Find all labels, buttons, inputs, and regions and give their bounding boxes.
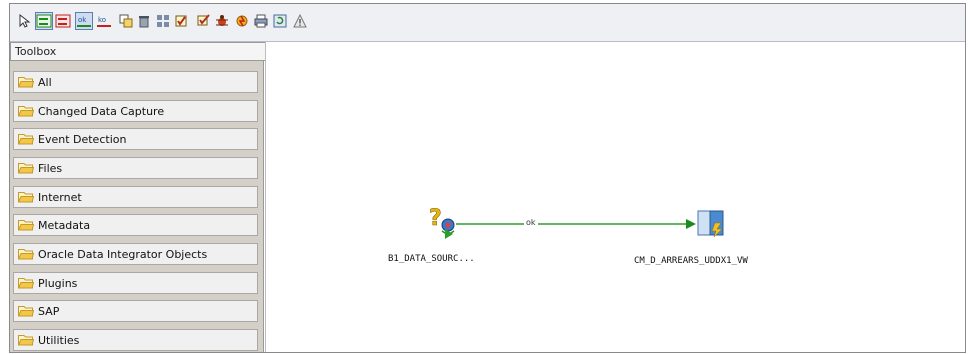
folder-icon bbox=[18, 278, 34, 289]
align-icon[interactable] bbox=[155, 13, 171, 29]
toolbox-item-internet[interactable]: Internet bbox=[13, 186, 258, 208]
toolbox-item-event-detection[interactable]: Event Detection bbox=[13, 128, 258, 150]
ok-link[interactable] bbox=[266, 42, 966, 352]
folder-icon bbox=[18, 106, 34, 117]
duplicate-icon[interactable] bbox=[118, 13, 134, 29]
print-icon[interactable] bbox=[253, 13, 269, 29]
ok-link-icon[interactable]: ok bbox=[75, 12, 93, 30]
next-step-on-failure-icon[interactable] bbox=[55, 13, 71, 29]
step-label: CM_D_ARREARS_UDDX1_VW bbox=[634, 256, 748, 266]
svg-text:?: ? bbox=[429, 206, 442, 231]
toolbox-item-label: Plugins bbox=[38, 276, 78, 290]
refresh-icon[interactable] bbox=[272, 13, 288, 29]
validate-icon[interactable] bbox=[173, 13, 189, 29]
toolbar: ok ko bbox=[10, 4, 965, 42]
package-editor: ok ko Toolbox All Changed Data Capture E… bbox=[9, 3, 966, 353]
toolbox-panel: Toolbox All Changed Data Capture Event D… bbox=[10, 42, 267, 352]
interface-icon bbox=[697, 210, 724, 238]
toolbox-item-plugins[interactable]: Plugins bbox=[13, 272, 258, 294]
toolbox-title: Toolbox bbox=[10, 42, 267, 61]
toolbox-item-label: Utilities bbox=[38, 333, 80, 347]
toolbox-item-label: Oracle Data Integrator Objects bbox=[38, 247, 208, 261]
toolbox-item-label: All bbox=[38, 75, 52, 89]
next-step-on-success-icon[interactable] bbox=[35, 12, 53, 30]
folder-icon bbox=[18, 134, 34, 145]
select-icon[interactable] bbox=[17, 13, 33, 29]
warning-icon[interactable] bbox=[292, 13, 308, 29]
folder-icon bbox=[18, 163, 34, 174]
folder-icon bbox=[18, 306, 34, 317]
toolbox-item-sap[interactable]: SAP bbox=[13, 300, 258, 322]
execute-icon[interactable] bbox=[234, 13, 250, 29]
first-step-flag-icon bbox=[445, 229, 453, 239]
folder-icon bbox=[18, 192, 34, 203]
step-cm-d-arrears[interactable] bbox=[697, 209, 725, 239]
toolbox-item-label: Files bbox=[38, 161, 63, 175]
toolbox-item-oracle-data-integrator-objects[interactable]: Oracle Data Integrator Objects bbox=[13, 243, 258, 265]
ko-link-icon[interactable]: ko bbox=[96, 13, 112, 29]
debug-icon[interactable] bbox=[214, 13, 230, 29]
ko-link-label: ko bbox=[98, 16, 106, 24]
folder-icon bbox=[18, 220, 34, 231]
toolbox-item-changed-data-capture[interactable]: Changed Data Capture bbox=[13, 100, 258, 122]
toolbox-item-label: Event Detection bbox=[38, 132, 127, 146]
step-b1-data-source[interactable]: ? bbox=[428, 205, 458, 239]
toolbox-item-utilities[interactable]: Utilities bbox=[13, 329, 258, 351]
toolbox-item-label: Internet bbox=[38, 190, 82, 204]
toolbox-item-label: SAP bbox=[38, 304, 60, 318]
delete-icon[interactable] bbox=[136, 13, 152, 29]
ok-link-label: ok bbox=[78, 16, 87, 24]
validate-all-icon[interactable] bbox=[196, 13, 212, 29]
folder-icon bbox=[18, 335, 34, 346]
toolbox-item-label: Metadata bbox=[38, 218, 91, 232]
ok-link-label: ok bbox=[524, 218, 538, 227]
step-label: B1_DATA_SOURC... bbox=[388, 254, 475, 264]
toolbox-item-files[interactable]: Files bbox=[13, 157, 258, 179]
diagram-canvas[interactable]: ok ? B1_DATA_SOURC... CM_D_ARREARS_UDDX1… bbox=[265, 42, 966, 352]
toolbox-item-label: Changed Data Capture bbox=[38, 104, 165, 118]
toolbox-item-metadata[interactable]: Metadata bbox=[13, 214, 258, 236]
folder-icon bbox=[18, 249, 34, 260]
folder-icon bbox=[18, 77, 34, 88]
toolbox-item-all[interactable]: All bbox=[13, 71, 258, 93]
